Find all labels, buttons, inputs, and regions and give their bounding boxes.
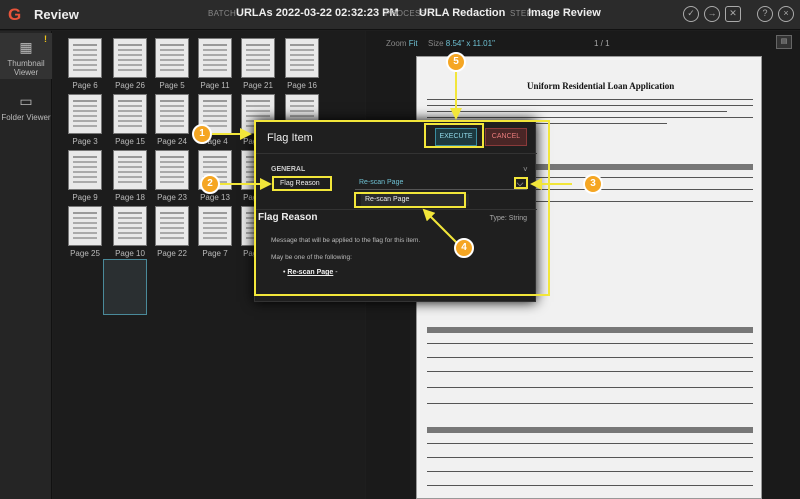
complete-check-icon[interactable]: ✓ <box>683 6 699 22</box>
highlight-field-label <box>272 176 332 191</box>
thumbnail-label: Page 15 <box>115 137 145 146</box>
callout-badge-1: 1 <box>192 124 212 144</box>
app-logo-icon: G <box>8 5 22 24</box>
page-options-icon[interactable]: ▤ <box>776 35 792 49</box>
nav-thumbnail-label: Thumbnail Viewer <box>7 59 45 77</box>
page-current: 1 <box>594 39 599 48</box>
thumbnail-label: Page 25 <box>70 249 100 258</box>
size-label: Size <box>428 39 444 48</box>
thumbnail[interactable] <box>113 206 147 246</box>
size-value: 8.54" x 11.01" <box>445 39 495 48</box>
app-title: Review <box>34 7 79 22</box>
top-bar: G Review BATCH URLAs 2022-03-22 02:32:23… <box>0 0 800 30</box>
callout-badge-4: 4 <box>454 238 474 258</box>
delete-trash-icon[interactable]: ✕ <box>725 6 741 22</box>
thumbnail[interactable] <box>198 38 232 78</box>
warning-icon: ! <box>44 34 47 44</box>
help-icon[interactable]: ? <box>757 6 773 22</box>
nav-folder-viewer[interactable]: ▭ Folder Viewer <box>0 89 52 135</box>
thumbnail[interactable] <box>113 94 147 134</box>
document-title: Uniform Residential Loan Application <box>527 81 675 91</box>
callout-badge-3: 3 <box>583 174 603 194</box>
thumbnail-label: Page 18 <box>115 193 145 202</box>
thumbnail[interactable] <box>113 150 147 190</box>
thumbnail-label: Page 26 <box>115 81 145 90</box>
zoom-control[interactable]: Zoom Fit <box>386 39 418 48</box>
thumbnail-label: Page 9 <box>72 193 98 202</box>
highlight-caret <box>514 177 528 189</box>
thumbnail-label: Page 21 <box>243 81 273 90</box>
nav-folder-label: Folder Viewer <box>1 113 51 122</box>
page-total: 1 <box>605 39 610 48</box>
thumbnail[interactable] <box>68 206 102 246</box>
thumbnail[interactable] <box>285 38 319 78</box>
thumbnail-label: Page 10 <box>115 249 145 258</box>
thumbnail-label: Page 24 <box>157 137 187 146</box>
highlight-dialog <box>254 120 550 296</box>
selected-thumb-frame <box>103 259 147 315</box>
thumbnail[interactable] <box>155 38 189 78</box>
left-nav: ▦ Thumbnail Viewer ▭ Folder Viewer <box>0 31 52 499</box>
thumbnail[interactable] <box>198 206 232 246</box>
thumbnail-label: Page 6 <box>72 81 98 90</box>
thumbnail[interactable] <box>113 38 147 78</box>
step-value: Image Review <box>528 7 601 19</box>
thumbnail-label: Page 22 <box>157 249 187 258</box>
skip-icon[interactable]: → <box>704 6 720 22</box>
batch-label: BATCH <box>208 9 237 18</box>
close-icon[interactable]: × <box>778 6 794 22</box>
thumbnail-label: Page 7 <box>202 249 228 258</box>
zoom-value: Fit <box>408 39 418 48</box>
callout-badge-5: 5 <box>446 52 466 72</box>
thumbnail[interactable] <box>155 150 189 190</box>
batch-value: URLAs 2022-03-22 02:32:23 PM <box>236 7 399 19</box>
folder-icon: ▭ <box>19 93 33 109</box>
thumbnail[interactable] <box>241 38 275 78</box>
thumbnail[interactable] <box>155 94 189 134</box>
process-value: URLA Redaction <box>419 7 506 19</box>
thumbnail[interactable] <box>155 206 189 246</box>
thumbnail[interactable] <box>68 150 102 190</box>
thumbnail-label: Page 5 <box>159 81 185 90</box>
callout-badge-2: 2 <box>200 174 220 194</box>
thumbnail[interactable] <box>68 38 102 78</box>
page-indicator: 1 / 1 <box>594 39 610 48</box>
highlight-option <box>354 192 466 208</box>
zoom-label: Zoom <box>386 39 407 48</box>
thumbnail-label: Page 3 <box>72 137 98 146</box>
thumbnail-label: Page 23 <box>157 193 187 202</box>
size-info: Size 8.54" x 11.01" <box>428 39 495 48</box>
thumbnail-label: Page 16 <box>287 81 317 90</box>
highlight-execute <box>424 123 484 148</box>
thumbnail-label: Page 13 <box>200 193 230 202</box>
thumbnail-label: Page 11 <box>200 81 230 90</box>
thumbnail[interactable] <box>68 94 102 134</box>
